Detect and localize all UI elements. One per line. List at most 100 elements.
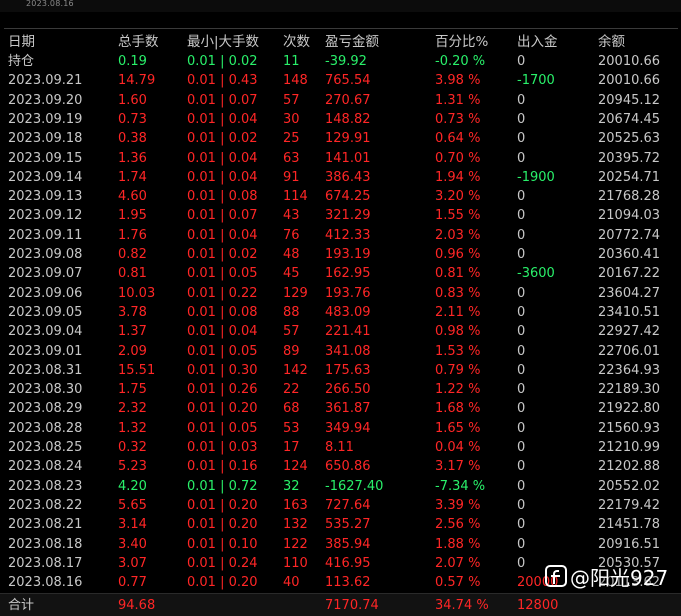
row-date: 2023.09.14 — [8, 169, 83, 185]
row-flow: 0 — [517, 343, 526, 359]
row-balance: 21922.80 — [598, 401, 661, 417]
row-date: 2023.09.01 — [8, 343, 83, 359]
table-row[interactable]: 2023.08.23 4.20 0.01 | 0.72 32 -1627.40 -7.34… — [4, 477, 678, 496]
header-count[interactable]: 次数 — [283, 33, 310, 52]
row-total-lots: 2.09 — [118, 343, 147, 359]
row-min-max-lots: 0.01 | 0.43 — [187, 73, 258, 89]
row-pnl: 162.95 — [325, 266, 371, 282]
header-deposit-withdraw[interactable]: 出入金 — [517, 33, 558, 52]
table-row[interactable]: 2023.09.12 1.95 0.01 | 0.07 43 321.29 1.55 % 0… — [4, 206, 678, 225]
table-row[interactable]: 2023.09.14 1.74 0.01 | 0.04 91 386.43 1.94 % -… — [4, 168, 678, 187]
row-count: 32 — [283, 478, 300, 494]
row-pnl: 175.63 — [325, 362, 371, 378]
row-date: 2023.09.20 — [8, 92, 83, 108]
row-date: 2023.09.05 — [8, 304, 83, 320]
table-row[interactable]: 持仓 0.19 0.01 | 0.02 11 -39.92 -0.20 % 0 20010.6… — [4, 52, 678, 71]
table-row[interactable]: 2023.09.01 2.09 0.01 | 0.05 89 341.08 1.53 % 0… — [4, 342, 678, 361]
header-min-max-lots[interactable]: 最小|大手数 — [187, 33, 259, 52]
table-row[interactable]: 2023.09.04 1.37 0.01 | 0.04 57 221.41 0.98 % 0… — [4, 322, 678, 341]
table-row[interactable]: 2023.09.15 1.36 0.01 | 0.04 63 141.01 0.70 % 0… — [4, 149, 678, 168]
table-row[interactable]: 2023.09.13 4.60 0.01 | 0.08 114 674.25 3.20 %… — [4, 187, 678, 206]
row-total-lots: 1.37 — [118, 324, 147, 340]
table-row[interactable]: 2023.08.24 5.23 0.01 | 0.16 124 650.86 3.17 %… — [4, 457, 678, 476]
row-balance: 21451.78 — [598, 517, 661, 533]
header-date[interactable]: 日期 — [8, 33, 35, 52]
row-pnl: -1627.40 — [325, 478, 384, 494]
table-row[interactable]: 2023.08.29 2.32 0.01 | 0.20 68 361.87 1.68 % 0… — [4, 399, 678, 418]
header-total-lots[interactable]: 总手数 — [118, 33, 159, 52]
table-row[interactable]: 2023.08.28 1.32 0.01 | 0.05 53 349.94 1.65 % 0… — [4, 419, 678, 438]
table-row[interactable]: 2023.09.08 0.82 0.01 | 0.02 48 193.19 0.96 % 0… — [4, 245, 678, 264]
row-count: 124 — [283, 459, 308, 475]
row-count: 53 — [283, 420, 300, 436]
row-count: 57 — [283, 324, 300, 340]
row-total-lots: 1.74 — [118, 169, 147, 185]
row-min-max-lots: 0.01 | 0.03 — [187, 440, 258, 455]
row-date: 2023.08.17 — [8, 555, 83, 571]
row-balance: 20010.66 — [598, 54, 661, 69]
row-pnl: 765.54 — [325, 73, 371, 89]
row-total-lots: 1.60 — [118, 92, 147, 108]
row-balance: 20525.63 — [598, 131, 661, 147]
row-balance: 20254.71 — [598, 169, 661, 185]
row-total-lots: 15.51 — [118, 362, 156, 378]
table-row[interactable]: 2023.08.22 5.65 0.01 | 0.20 163 727.64 3.39 %… — [4, 496, 678, 515]
row-flow: 0 — [517, 497, 526, 513]
table-row[interactable]: 2023.08.30 1.75 0.01 | 0.26 22 266.50 1.22 % 0… — [4, 380, 678, 399]
table-row[interactable]: 2023.08.18 3.40 0.01 | 0.10 122 385.94 1.88 %… — [4, 535, 678, 554]
row-total-lots: 1.76 — [118, 227, 147, 243]
table-row[interactable]: 2023.09.19 0.73 0.01 | 0.04 30 148.82 0.73 % 0… — [4, 110, 678, 129]
row-count: 129 — [283, 285, 308, 301]
row-balance: 20167.22 — [598, 266, 661, 282]
row-min-max-lots: 0.01 | 0.20 — [187, 497, 258, 513]
row-count: 110 — [283, 555, 308, 571]
row-pnl: 266.50 — [325, 382, 371, 398]
table-row[interactable]: 2023.08.31 15.51 0.01 | 0.30 142 175.63 0.79 … — [4, 361, 678, 380]
row-percent: 1.55 % — [435, 208, 481, 224]
row-flow: -1900 — [517, 169, 555, 185]
table-row[interactable]: 2023.09.11 1.76 0.01 | 0.04 76 412.33 2.03 % 0… — [4, 226, 678, 245]
row-balance: 21094.03 — [598, 208, 661, 224]
table-row[interactable]: 2023.09.20 1.60 0.01 | 0.07 57 270.67 1.31 % 0… — [4, 91, 678, 110]
header-percent[interactable]: 百分比% — [435, 33, 488, 52]
row-percent: 0.98 % — [435, 324, 481, 340]
row-pnl: 349.94 — [325, 420, 371, 436]
table-row[interactable]: 2023.09.18 0.38 0.01 | 0.02 25 129.91 0.64 % 0… — [4, 129, 678, 148]
header-balance[interactable]: 余额 — [598, 33, 625, 52]
row-min-max-lots: 0.01 | 0.05 — [187, 266, 258, 282]
row-balance: 22179.42 — [598, 497, 661, 513]
daily-report-table: 日期 总手数 最小|大手数 次数 盈亏金额 百分比% 出入金 余额 持仓 0.19… — [4, 28, 678, 593]
row-percent: 0.04 % — [435, 440, 481, 455]
row-flow: 0 — [517, 362, 526, 378]
row-min-max-lots: 0.01 | 0.22 — [187, 285, 258, 301]
row-pnl: 385.94 — [325, 536, 371, 552]
row-min-max-lots: 0.01 | 0.20 — [187, 575, 258, 591]
table-row[interactable]: 2023.08.25 0.32 0.01 | 0.03 17 8.11 0.04 % 0 21… — [4, 438, 678, 457]
header-pnl[interactable]: 盈亏金额 — [325, 33, 379, 52]
row-flow: 0 — [517, 517, 526, 533]
row-balance: 20772.74 — [598, 227, 661, 243]
table-row[interactable]: 2023.09.05 3.78 0.01 | 0.08 88 483.09 2.11 % 0… — [4, 303, 678, 322]
row-count: 11 — [283, 54, 300, 69]
table-row[interactable]: 2023.09.06 10.03 0.01 | 0.22 129 193.76 0.83 … — [4, 284, 678, 303]
row-min-max-lots: 0.01 | 0.10 — [187, 536, 258, 552]
row-pnl: 361.87 — [325, 401, 371, 417]
row-flow: 0 — [517, 304, 526, 320]
top-date-strip: 2023.08.16 — [0, 0, 681, 12]
total-label: 合计 — [8, 598, 35, 613]
table-row[interactable]: 2023.08.21 3.14 0.01 | 0.20 132 535.27 2.56 %… — [4, 515, 678, 534]
total-flow: 12800 — [517, 598, 559, 613]
row-flow: 0 — [517, 227, 526, 243]
table-row[interactable]: 2023.09.07 0.81 0.01 | 0.05 45 162.95 0.81 % -… — [4, 264, 678, 283]
row-min-max-lots: 0.01 | 0.07 — [187, 208, 258, 224]
row-min-max-lots: 0.01 | 0.08 — [187, 189, 258, 205]
table-row[interactable]: 2023.09.21 14.79 0.01 | 0.43 148 765.54 3.98 … — [4, 71, 678, 90]
row-percent: 3.98 % — [435, 73, 481, 89]
row-pnl: 113.62 — [325, 575, 371, 591]
row-min-max-lots: 0.01 | 0.04 — [187, 324, 258, 340]
row-total-lots: 14.79 — [118, 73, 156, 89]
row-total-lots: 3.14 — [118, 517, 147, 533]
row-pnl: -39.92 — [325, 54, 367, 69]
row-balance: 22706.01 — [598, 343, 661, 359]
row-flow: 0 — [517, 111, 526, 127]
